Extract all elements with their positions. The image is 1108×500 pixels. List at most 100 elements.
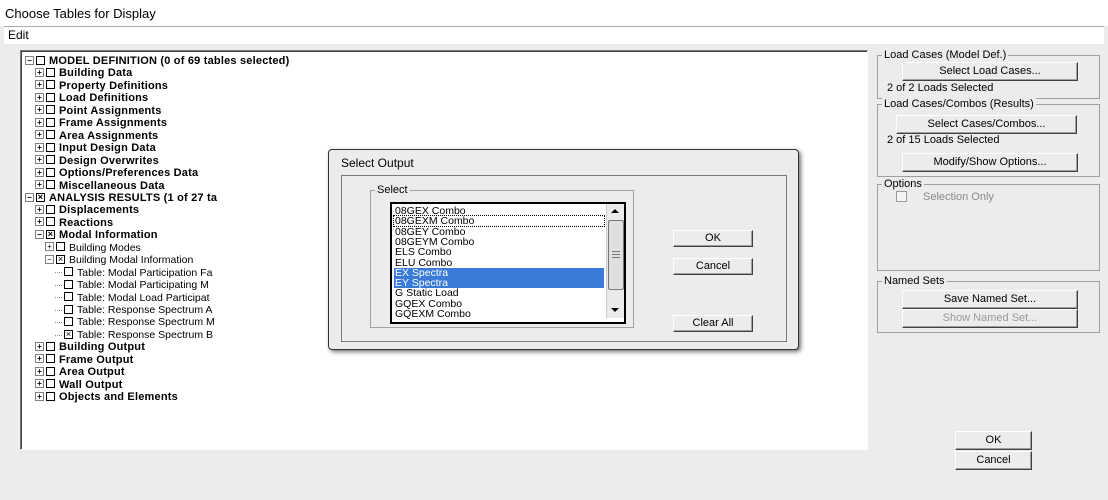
selection-only-checkbox[interactable] — [896, 191, 907, 202]
tree-item[interactable]: + Building Data — [35, 67, 133, 79]
tree-checkbox[interactable] — [64, 279, 73, 289]
expand-icon[interactable]: + — [35, 142, 44, 152]
tree-checkbox[interactable] — [46, 68, 55, 78]
tree-item[interactable]: + Frame Assignments — [35, 117, 167, 129]
tree-checkbox[interactable] — [64, 304, 73, 314]
tree-checkbox[interactable] — [46, 180, 55, 190]
tree-item[interactable]: − × Modal Information — [35, 229, 158, 241]
tree-checkbox[interactable] — [46, 341, 55, 351]
tree-checkbox[interactable] — [46, 167, 55, 177]
tree-checkbox[interactable]: × — [36, 192, 45, 202]
select-load-cases-button[interactable]: Select Load Cases... — [902, 62, 1078, 81]
expand-icon[interactable]: + — [35, 341, 44, 351]
tree-item[interactable]: + Building Output — [35, 341, 145, 353]
list-item[interactable]: ELU Combo — [394, 257, 604, 268]
tree-checkbox[interactable] — [46, 130, 55, 140]
tree-item[interactable]: + Options/Preferences Data — [35, 167, 198, 179]
expand-icon[interactable]: + — [35, 68, 44, 78]
tree-item[interactable]: + Area Assignments — [35, 130, 158, 142]
expand-icon[interactable]: + — [35, 105, 44, 115]
tree-checkbox[interactable] — [46, 155, 55, 165]
collapse-icon[interactable]: − — [25, 55, 34, 65]
tree-item[interactable]: × Table: Response Spectrum B — [55, 329, 213, 341]
tree-checkbox[interactable] — [56, 242, 65, 252]
tree-item[interactable]: + Property Definitions — [35, 80, 168, 92]
list-item[interactable]: ELS Combo — [394, 247, 604, 258]
expand-icon[interactable]: + — [45, 242, 54, 252]
list-item[interactable]: G Static Load — [394, 288, 604, 299]
list-item[interactable]: GQEXM Combo — [394, 309, 604, 320]
tree-item[interactable]: − MODEL DEFINITION (0 of 69 tables select… — [25, 55, 289, 67]
collapse-icon[interactable]: − — [35, 229, 44, 239]
tree-item[interactable]: Table: Response Spectrum M — [55, 316, 215, 328]
tree-checkbox[interactable] — [46, 217, 55, 227]
tree-item[interactable]: Table: Modal Load Participat — [55, 292, 210, 304]
tree-checkbox[interactable] — [64, 317, 73, 327]
tree-checkbox[interactable] — [46, 105, 55, 115]
dialog-ok-button[interactable]: OK — [673, 230, 753, 247]
tree-item[interactable]: + Objects and Elements — [35, 391, 178, 403]
tree-item[interactable]: + Miscellaneous Data — [35, 180, 165, 192]
listbox-scrollbar[interactable] — [606, 204, 624, 318]
tree-item[interactable]: − × Building Modal Information — [45, 254, 193, 266]
tree-item[interactable]: + Reactions — [35, 217, 113, 229]
expand-icon[interactable]: + — [35, 117, 44, 127]
expand-icon[interactable]: + — [35, 80, 44, 90]
list-item[interactable]: 08GEXM Combo — [393, 215, 605, 228]
tree-item[interactable]: + Wall Output — [35, 379, 123, 391]
expand-icon[interactable]: + — [35, 155, 44, 165]
show-named-set-button[interactable]: Show Named Set... — [902, 309, 1078, 328]
scroll-thumb[interactable] — [608, 220, 624, 290]
tree-checkbox[interactable] — [64, 267, 73, 277]
tree-checkbox[interactable] — [36, 55, 45, 65]
tree-checkbox[interactable] — [64, 292, 73, 302]
collapse-icon[interactable]: − — [45, 254, 54, 264]
tree-checkbox[interactable] — [46, 92, 55, 102]
expand-icon[interactable]: + — [35, 204, 44, 214]
expand-icon[interactable]: + — [35, 180, 44, 190]
tree-checkbox[interactable] — [46, 366, 55, 376]
tree-item[interactable]: − × ANALYSIS RESULTS (1 of 27 ta — [25, 192, 217, 204]
tree-item[interactable]: Table: Response Spectrum A — [55, 304, 212, 316]
modify-show-options-button[interactable]: Modify/Show Options... — [902, 153, 1078, 172]
dialog-cancel-button[interactable]: Cancel — [673, 258, 753, 275]
tree-item[interactable]: + Area Output — [35, 366, 125, 378]
tree-checkbox[interactable] — [46, 354, 55, 364]
tree-checkbox[interactable] — [46, 142, 55, 152]
clear-all-button[interactable]: Clear All — [673, 315, 753, 332]
tree-checkbox[interactable] — [46, 117, 55, 127]
tree-item[interactable]: + Building Modes — [45, 242, 141, 254]
tree-checkbox[interactable]: × — [64, 329, 73, 339]
tree-item[interactable]: Table: Modal Participation Fa — [55, 267, 212, 279]
cancel-button[interactable]: Cancel — [955, 451, 1032, 470]
save-named-set-button[interactable]: Save Named Set... — [902, 290, 1078, 309]
scroll-down-arrow-icon[interactable] — [611, 308, 619, 312]
tree-item[interactable]: + Frame Output — [35, 354, 134, 366]
tree-item[interactable]: + Input Design Data — [35, 142, 156, 154]
expand-icon[interactable]: + — [35, 391, 44, 401]
tree-checkbox[interactable] — [46, 379, 55, 389]
expand-icon[interactable]: + — [35, 379, 44, 389]
collapse-icon[interactable]: − — [25, 192, 34, 202]
expand-icon[interactable]: + — [35, 366, 44, 376]
tree-item[interactable]: + Design Overwrites — [35, 155, 159, 167]
expand-icon[interactable]: + — [35, 92, 44, 102]
expand-icon[interactable]: + — [35, 167, 44, 177]
output-listbox[interactable]: 08GEX Combo 08GEXM Combo 08GEY Combo 08GEYM… — [390, 202, 626, 324]
tree-item[interactable]: + Displacements — [35, 204, 139, 216]
tree-checkbox[interactable]: × — [46, 229, 55, 239]
tree-checkbox[interactable]: × — [56, 254, 65, 264]
expand-icon[interactable]: + — [35, 130, 44, 140]
expand-icon[interactable]: + — [35, 354, 44, 364]
tree-item[interactable]: + Point Assignments — [35, 105, 162, 117]
ok-button[interactable]: OK — [955, 431, 1032, 450]
expand-icon[interactable]: + — [35, 217, 44, 227]
tree-item[interactable]: + Load Definitions — [35, 92, 148, 104]
menu-edit[interactable]: Edit — [8, 28, 29, 42]
scroll-up-arrow-icon[interactable] — [611, 209, 619, 213]
tree-checkbox[interactable] — [46, 391, 55, 401]
select-cases-combos-button[interactable]: Select Cases/Combos... — [896, 115, 1077, 134]
tree-checkbox[interactable] — [46, 204, 55, 214]
tree-item[interactable]: Table: Modal Participating M — [55, 279, 209, 291]
tree-checkbox[interactable] — [46, 80, 55, 90]
